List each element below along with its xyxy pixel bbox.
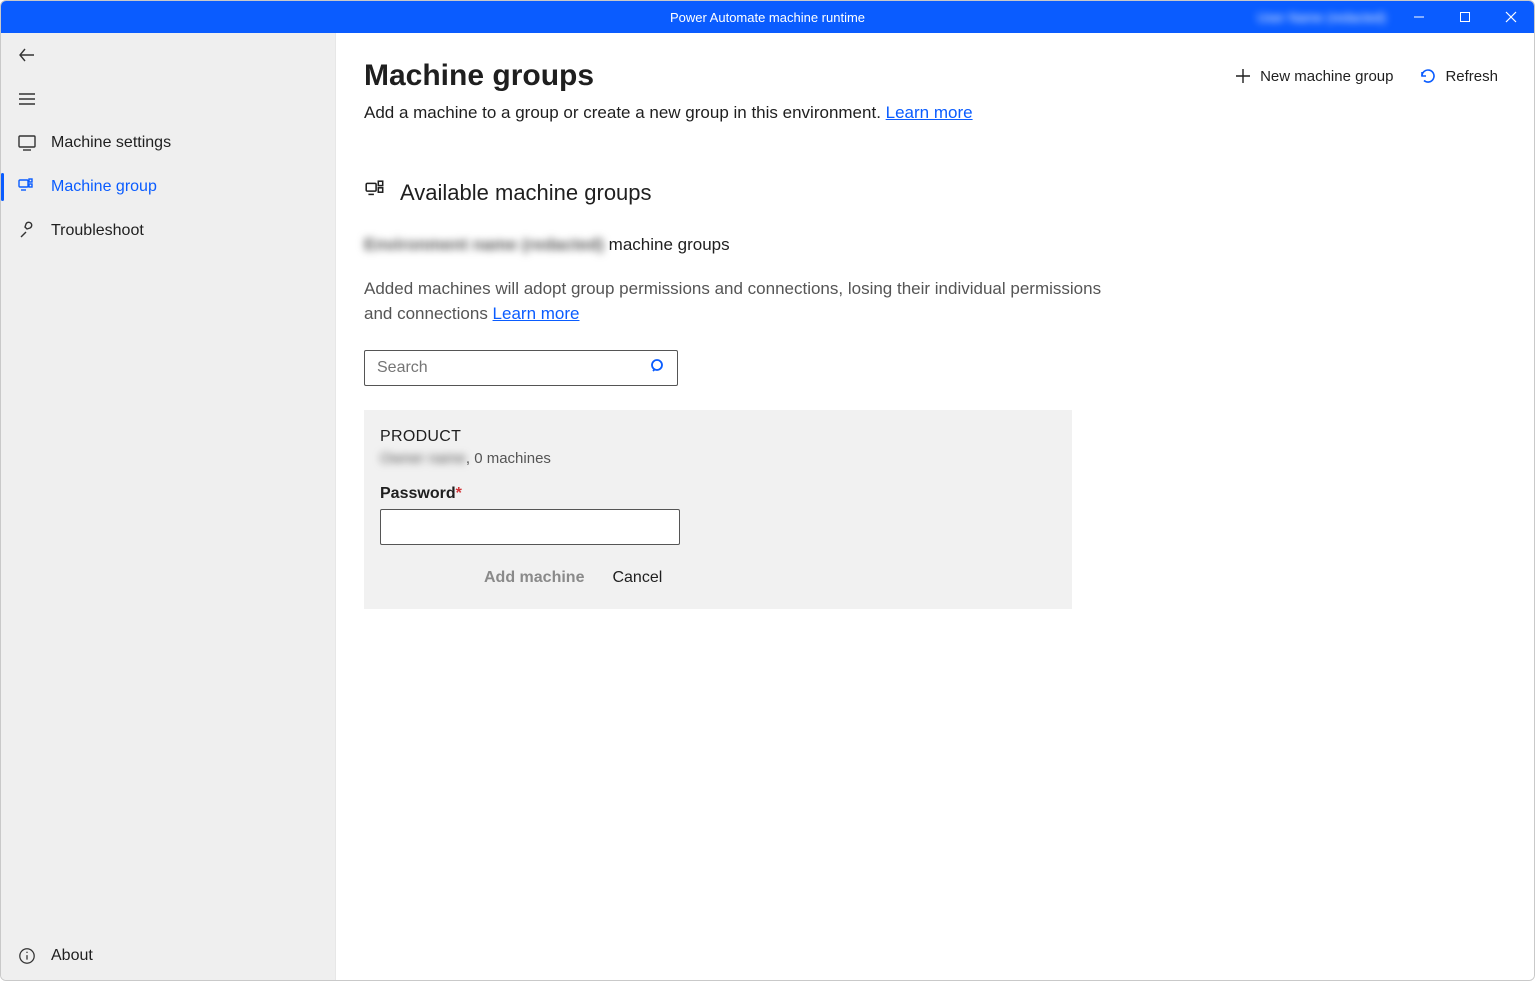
maximize-button[interactable]	[1442, 1, 1488, 33]
machine-group-icon	[17, 177, 37, 197]
refresh-icon	[1419, 67, 1437, 85]
intro-learn-more-link[interactable]: Learn more	[886, 103, 973, 122]
info-icon	[17, 946, 37, 966]
close-button[interactable]	[1488, 1, 1534, 33]
machine-group-card: PRODUCT Owner name, 0 machines Password*…	[364, 410, 1072, 609]
password-label-text: Password	[380, 485, 456, 502]
titlebar-user: User Name (redacted)	[1257, 10, 1386, 25]
password-input[interactable]	[380, 509, 680, 545]
sidebar-item-label: Troubleshoot	[51, 222, 144, 240]
refresh-label: Refresh	[1445, 68, 1498, 85]
close-icon	[1505, 11, 1517, 23]
section-header: Available machine groups	[364, 179, 1498, 207]
page-title: Machine groups	[364, 59, 594, 93]
environment-name: Environment name (redacted)	[364, 235, 604, 254]
intro-body: Add a machine to a group or create a new…	[364, 103, 886, 122]
add-machine-button[interactable]: Add machine	[484, 569, 584, 587]
sidebar-spacer	[1, 253, 335, 934]
card-subtitle: Owner name, 0 machines	[380, 450, 1056, 467]
environment-suffix: machine groups	[604, 235, 730, 254]
new-machine-group-button[interactable]: New machine group	[1234, 67, 1393, 85]
search-icon	[649, 357, 667, 380]
hamburger-button[interactable]	[1, 77, 335, 121]
card-title: PRODUCT	[380, 428, 1056, 446]
description-body: Added machines will adopt group permissi…	[364, 279, 1101, 323]
search-field-wrapper[interactable]	[364, 350, 678, 386]
back-button[interactable]	[1, 33, 335, 77]
page-actions: New machine group Refresh	[1234, 67, 1498, 85]
cancel-button[interactable]: Cancel	[612, 569, 662, 587]
sidebar-item-label: About	[51, 947, 93, 965]
section-title: Available machine groups	[400, 180, 652, 206]
page-header: Machine groups New machine group Refresh	[364, 59, 1498, 93]
search-input[interactable]	[375, 358, 649, 378]
intro-text: Add a machine to a group or create a new…	[364, 103, 1498, 123]
description-text: Added machines will adopt group permissi…	[364, 277, 1104, 326]
minimize-icon	[1413, 11, 1425, 23]
environment-line: Environment name (redacted) machine grou…	[364, 235, 1498, 255]
titlebar: Power Automate machine runtime User Name…	[1, 1, 1534, 33]
arrow-left-icon	[17, 45, 37, 65]
app-window: Power Automate machine runtime User Name…	[0, 0, 1535, 981]
plus-icon	[1234, 67, 1252, 85]
sidebar-item-label: Machine settings	[51, 134, 171, 152]
titlebar-right: User Name (redacted)	[1257, 1, 1534, 33]
machine-group-section-icon	[364, 179, 386, 207]
refresh-button[interactable]: Refresh	[1419, 67, 1498, 85]
hamburger-icon	[17, 89, 37, 109]
maximize-icon	[1459, 11, 1471, 23]
new-machine-group-label: New machine group	[1260, 68, 1393, 85]
main-content: Machine groups New machine group Refresh…	[336, 33, 1534, 980]
card-owner: Owner name	[380, 450, 466, 467]
sidebar-item-machine-group[interactable]: Machine group	[1, 165, 335, 209]
card-actions: Add machine Cancel	[380, 569, 1056, 587]
monitor-icon	[17, 133, 37, 153]
sidebar-item-machine-settings[interactable]: Machine settings	[1, 121, 335, 165]
password-label: Password*	[380, 485, 1056, 503]
card-machines-count: , 0 machines	[466, 450, 551, 467]
app-body: Machine settings Machine group Troublesh…	[1, 33, 1534, 980]
sidebar-item-about[interactable]: About	[1, 934, 335, 978]
sidebar-item-label: Machine group	[51, 178, 157, 196]
sidebar: Machine settings Machine group Troublesh…	[1, 33, 336, 980]
sidebar-item-troubleshoot[interactable]: Troubleshoot	[1, 209, 335, 253]
description-learn-more-link[interactable]: Learn more	[493, 304, 580, 323]
required-mark: *	[456, 485, 462, 502]
minimize-button[interactable]	[1396, 1, 1442, 33]
wrench-icon	[17, 221, 37, 241]
